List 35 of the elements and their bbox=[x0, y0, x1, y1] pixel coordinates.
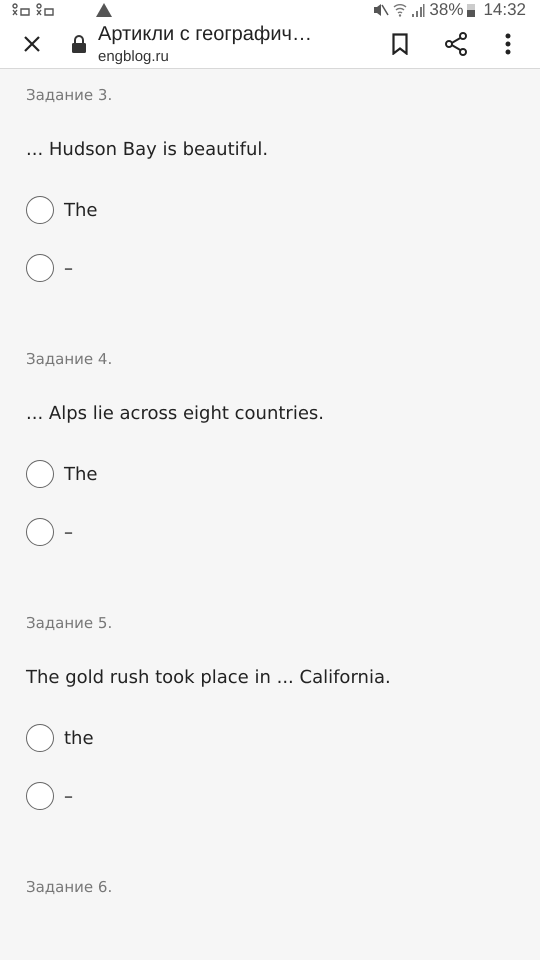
radio-button[interactable] bbox=[26, 460, 54, 488]
close-icon bbox=[23, 35, 41, 53]
task-heading: Задание 4. bbox=[26, 350, 114, 370]
option-label[interactable]: – bbox=[64, 786, 73, 806]
option-label[interactable]: The bbox=[64, 200, 98, 220]
radio-button[interactable] bbox=[26, 724, 54, 752]
task-heading: Задание 5. bbox=[26, 614, 114, 634]
radio-button[interactable] bbox=[26, 518, 54, 546]
task-heading: Задание 3. bbox=[26, 86, 114, 106]
lock-icon bbox=[72, 35, 86, 53]
notification-icon bbox=[12, 3, 32, 17]
task-heading: Задание 6. bbox=[26, 878, 114, 898]
warning-icon bbox=[96, 3, 112, 17]
question-text: The gold rush took place in ... California. bbox=[26, 667, 392, 690]
battery-percent: 38% bbox=[429, 0, 464, 20]
option-label[interactable]: The bbox=[64, 464, 98, 484]
wifi-icon bbox=[393, 3, 408, 17]
option-label[interactable]: – bbox=[64, 522, 73, 542]
question-text: ... Alps lie across eight countries. bbox=[26, 403, 325, 426]
radio-button[interactable] bbox=[26, 782, 54, 810]
signal-icon bbox=[411, 3, 426, 17]
option-label[interactable]: – bbox=[64, 258, 73, 278]
page-url: engblog.ru bbox=[98, 48, 170, 65]
radio-button[interactable] bbox=[26, 196, 54, 224]
clock: 14:32 bbox=[483, 0, 526, 20]
page-title: Артикли с географич… bbox=[98, 23, 313, 46]
notification-icon bbox=[36, 3, 56, 17]
share-icon bbox=[444, 32, 468, 56]
more-icon bbox=[505, 33, 511, 55]
option-label[interactable]: the bbox=[64, 728, 94, 748]
question-text: ... Hudson Bay is beautiful. bbox=[26, 139, 270, 162]
radio-button[interactable] bbox=[26, 254, 54, 282]
battery-icon bbox=[467, 3, 476, 17]
bookmark-icon bbox=[392, 33, 408, 55]
mute-icon bbox=[373, 3, 390, 17]
